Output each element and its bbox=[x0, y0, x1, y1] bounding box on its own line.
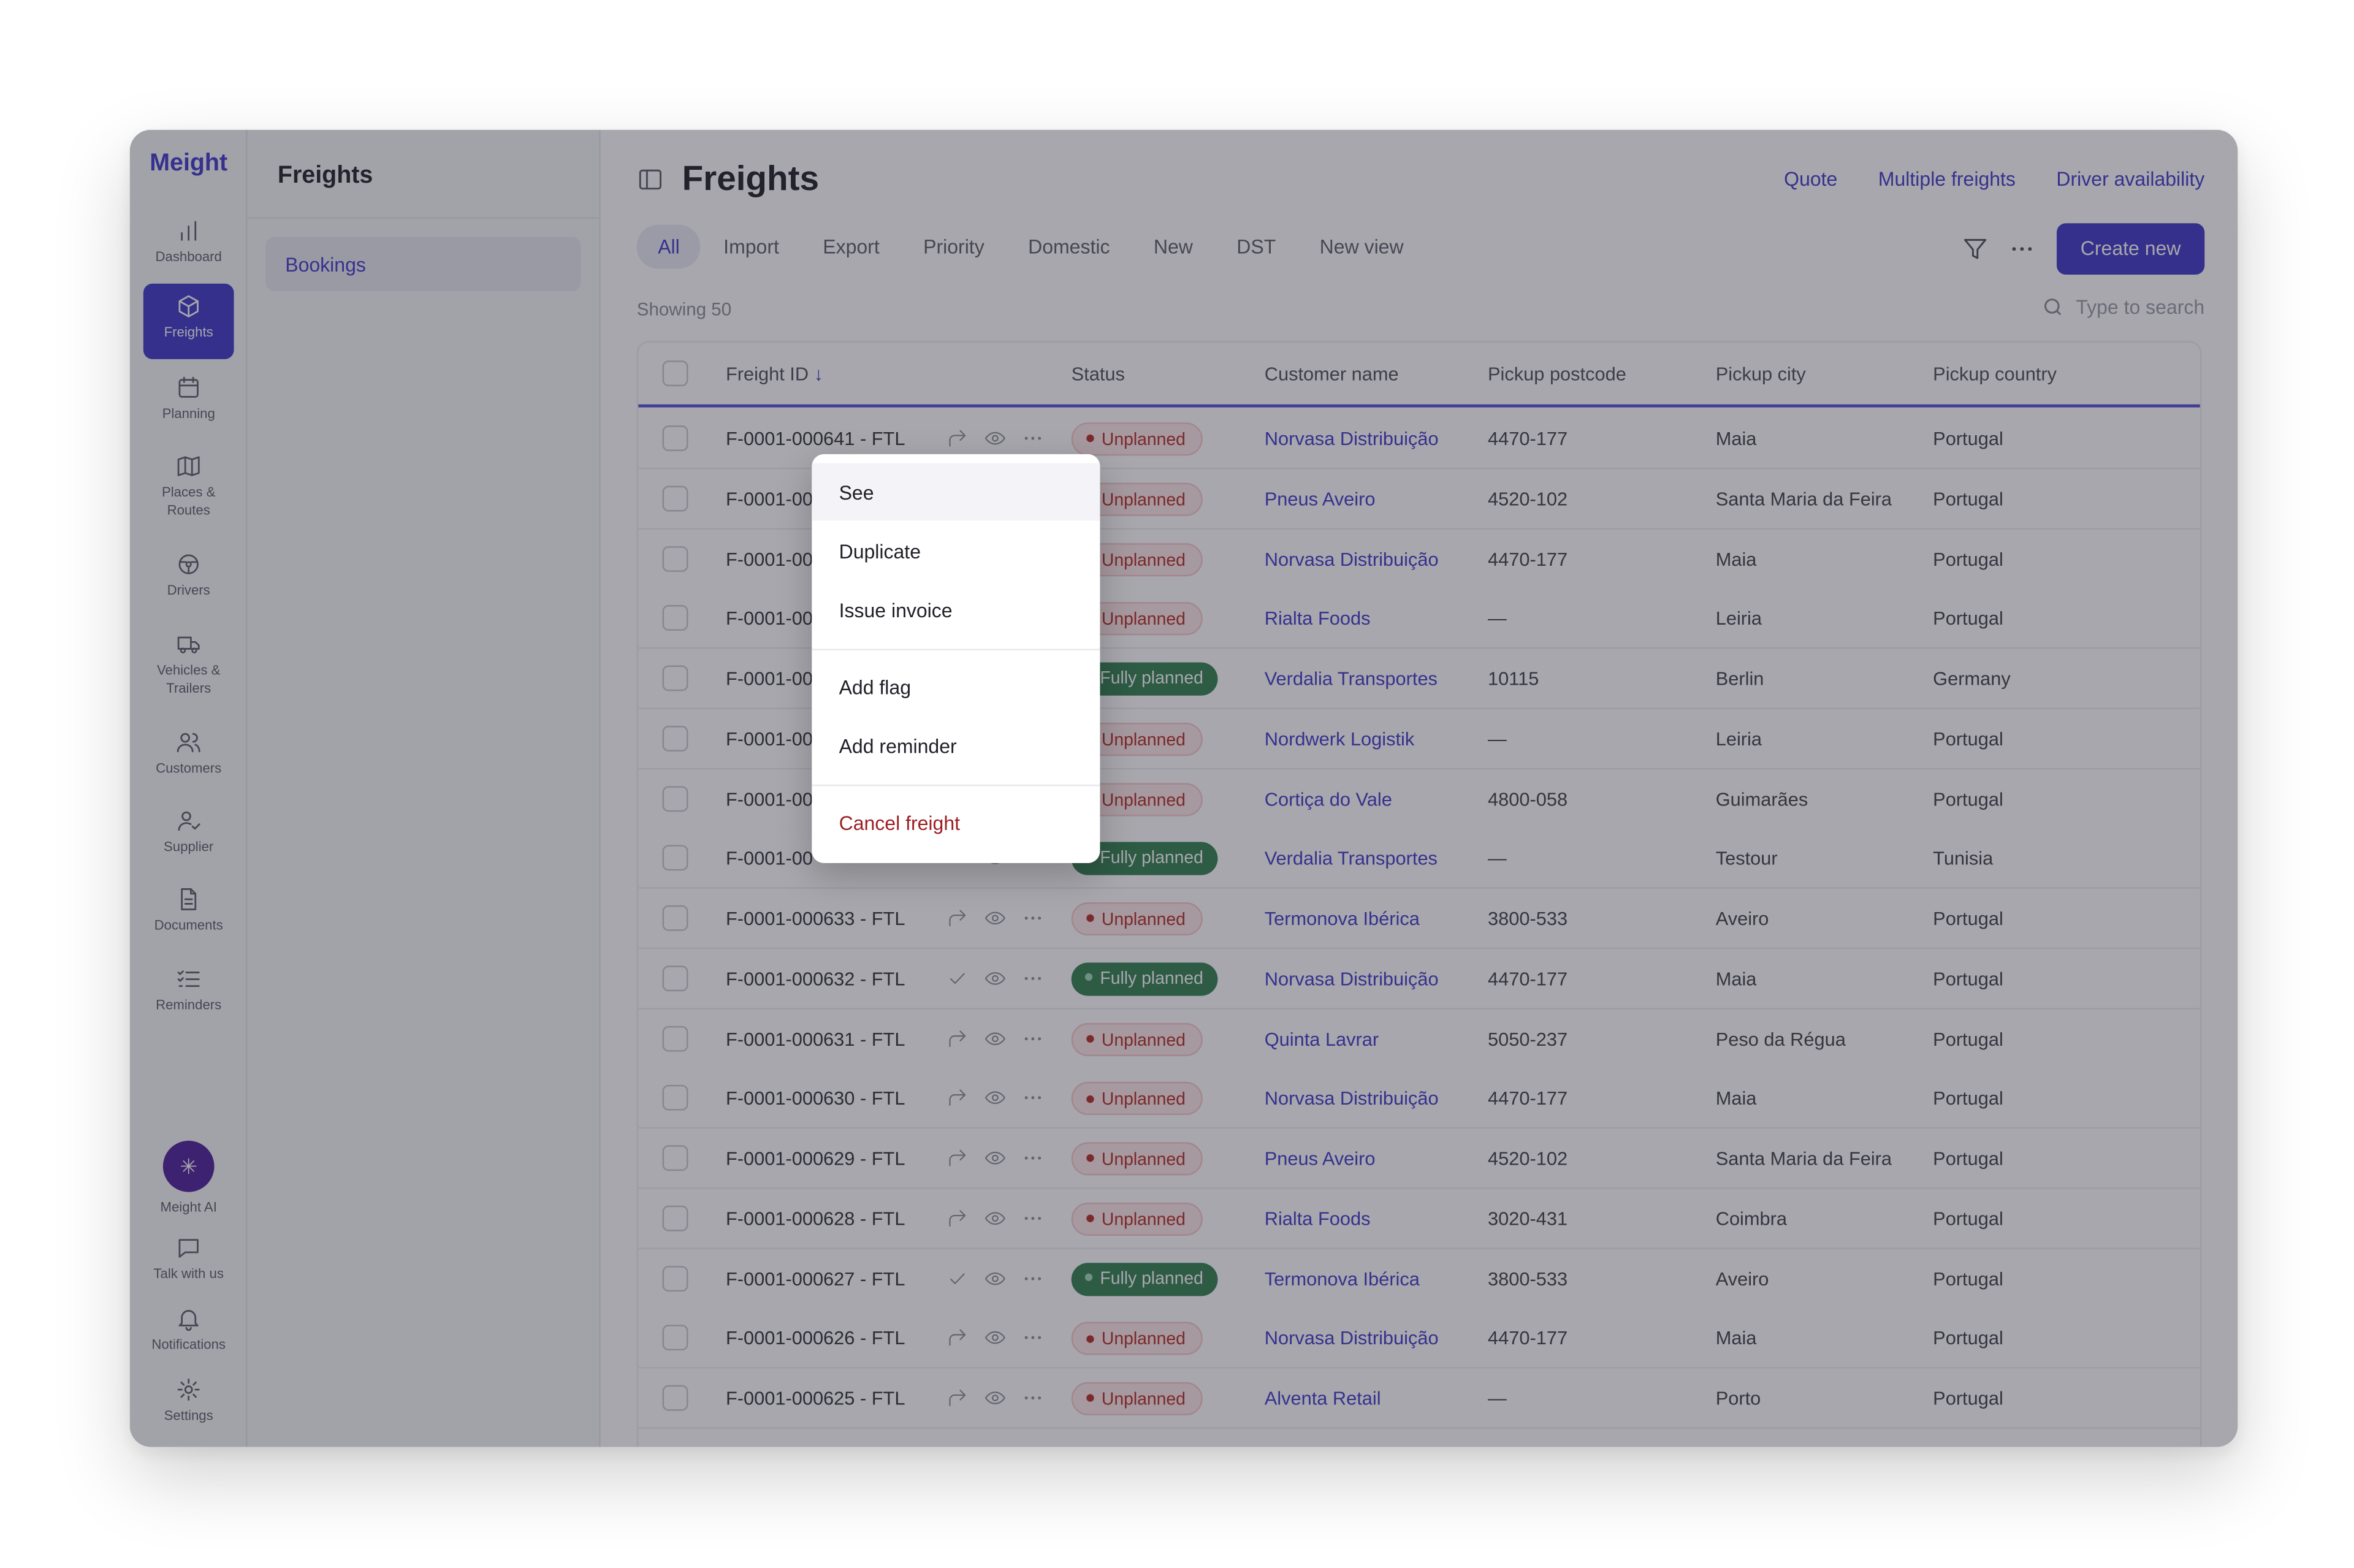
app-window: Meight Dashboard Freights Planning Place… bbox=[129, 129, 2238, 1447]
menu-item-duplicate[interactable]: Duplicate bbox=[812, 522, 1100, 580]
menu-item-see[interactable]: See bbox=[812, 463, 1100, 521]
menu-item-issue-invoice[interactable]: Issue invoice bbox=[812, 581, 1100, 639]
menu-item-add-reminder[interactable]: Add reminder bbox=[812, 717, 1100, 774]
menu-divider bbox=[812, 784, 1100, 786]
menu-item-cancel-freight[interactable]: Cancel freight bbox=[812, 794, 1100, 851]
menu-item-add-flag[interactable]: Add flag bbox=[812, 658, 1100, 715]
modal-overlay[interactable] bbox=[129, 129, 2238, 1447]
menu-divider bbox=[812, 649, 1100, 650]
row-context-menu: See Duplicate Issue invoice Add flag Add… bbox=[812, 454, 1100, 863]
